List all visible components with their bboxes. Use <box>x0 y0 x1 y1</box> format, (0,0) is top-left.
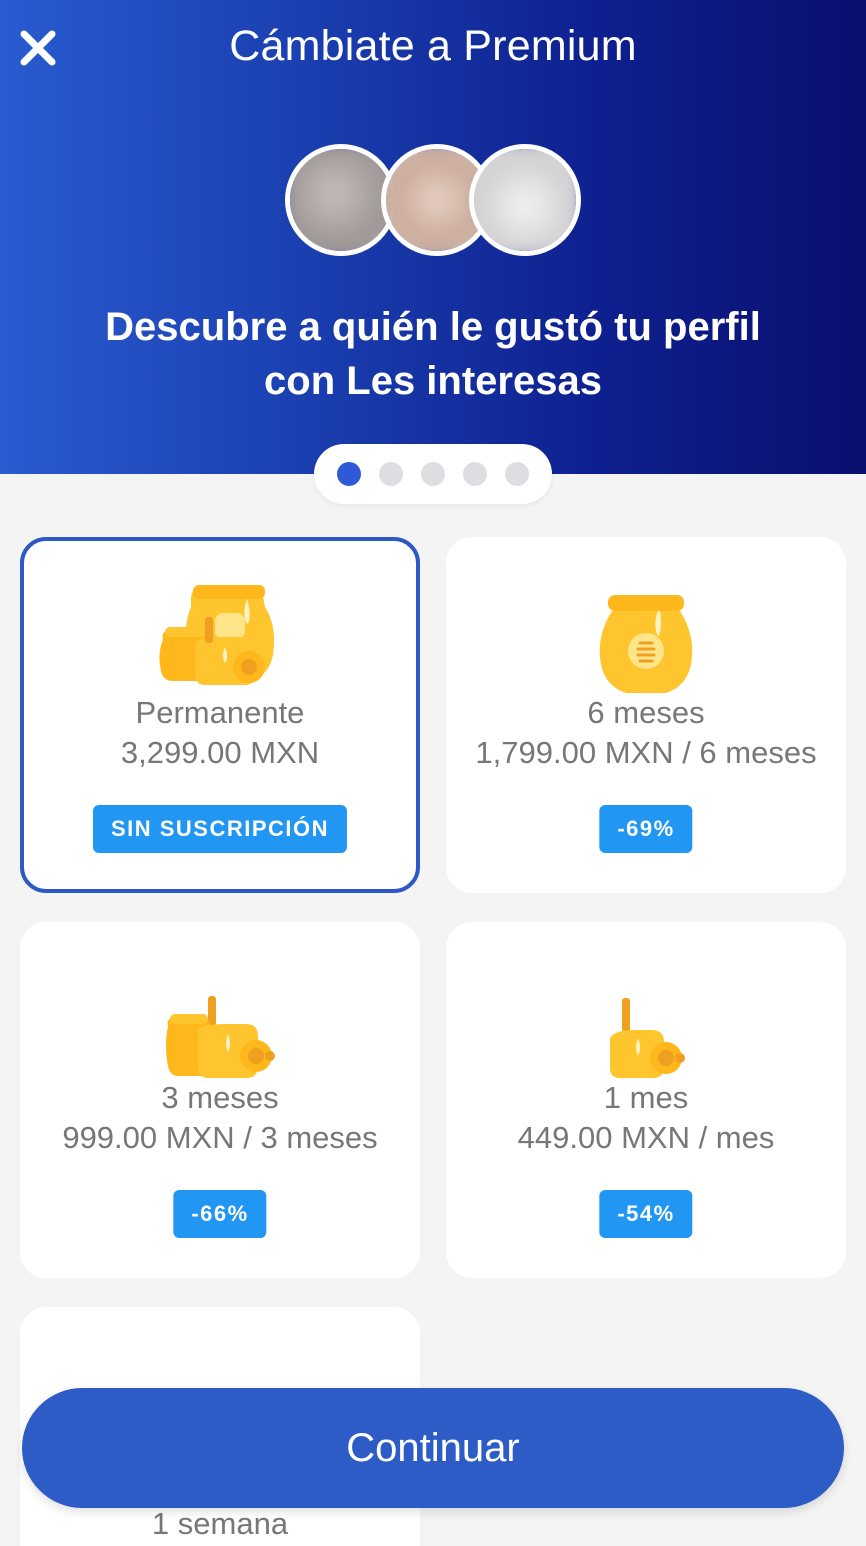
honey-pot-small-icon <box>610 998 685 1078</box>
page-title: Cámbiate a Premium <box>229 22 637 70</box>
plan-card-3-meses[interactable]: 3 meses 999.00 MXN / 3 meses -66% <box>20 922 420 1278</box>
carousel-dot[interactable] <box>337 462 361 486</box>
plan-card-6-meses[interactable]: 6 meses 1,799.00 MXN / 6 meses -69% <box>446 537 846 893</box>
honey-jar-icon <box>599 595 693 693</box>
plan-card-1-mes[interactable]: 1 mes 449.00 MXN / mes -54% <box>446 922 846 1278</box>
carousel-pagination <box>314 444 552 504</box>
plan-price: 999.00 MXN / 3 meses <box>62 1120 378 1155</box>
carousel-dot[interactable] <box>463 462 487 486</box>
plan-price: 1,799.00 MXN / 6 meses <box>475 735 817 770</box>
plan-name: 3 meses <box>161 1080 279 1115</box>
plan-badge: -69% <box>599 805 693 853</box>
premium-header: Cámbiate a Premium Descubre a quién le g… <box>0 0 866 474</box>
continue-button[interactable]: Continuar <box>22 1388 844 1508</box>
plan-price: 3,299.00 MXN <box>120 735 320 770</box>
plan-price: 449.00 MXN / mes <box>517 1120 775 1155</box>
honey-pots-large-icon <box>159 585 274 685</box>
carousel-dot[interactable] <box>505 462 529 486</box>
carousel-dot[interactable] <box>379 462 403 486</box>
plan-badge: -54% <box>599 1190 693 1238</box>
premium-headline: Descubre a quién le gustó tu perfil con L… <box>105 305 761 403</box>
carousel-dot[interactable] <box>421 462 445 486</box>
plan-badge: -66% <box>173 1190 267 1238</box>
avatar <box>469 144 581 256</box>
plan-name: 1 semana <box>151 1506 289 1541</box>
plan-badge: SIN SUSCRIPCIÓN <box>92 805 348 853</box>
plan-name: 6 meses <box>587 695 705 730</box>
plan-card-permanente[interactable]: Permanente 3,299.00 MXN SIN SUSCRIPCIÓN <box>20 537 420 893</box>
plan-name: Permanente <box>135 695 305 730</box>
plan-name: 1 mes <box>603 1080 689 1115</box>
honey-pots-medium-icon <box>166 996 275 1078</box>
blurred-avatars <box>285 144 585 264</box>
